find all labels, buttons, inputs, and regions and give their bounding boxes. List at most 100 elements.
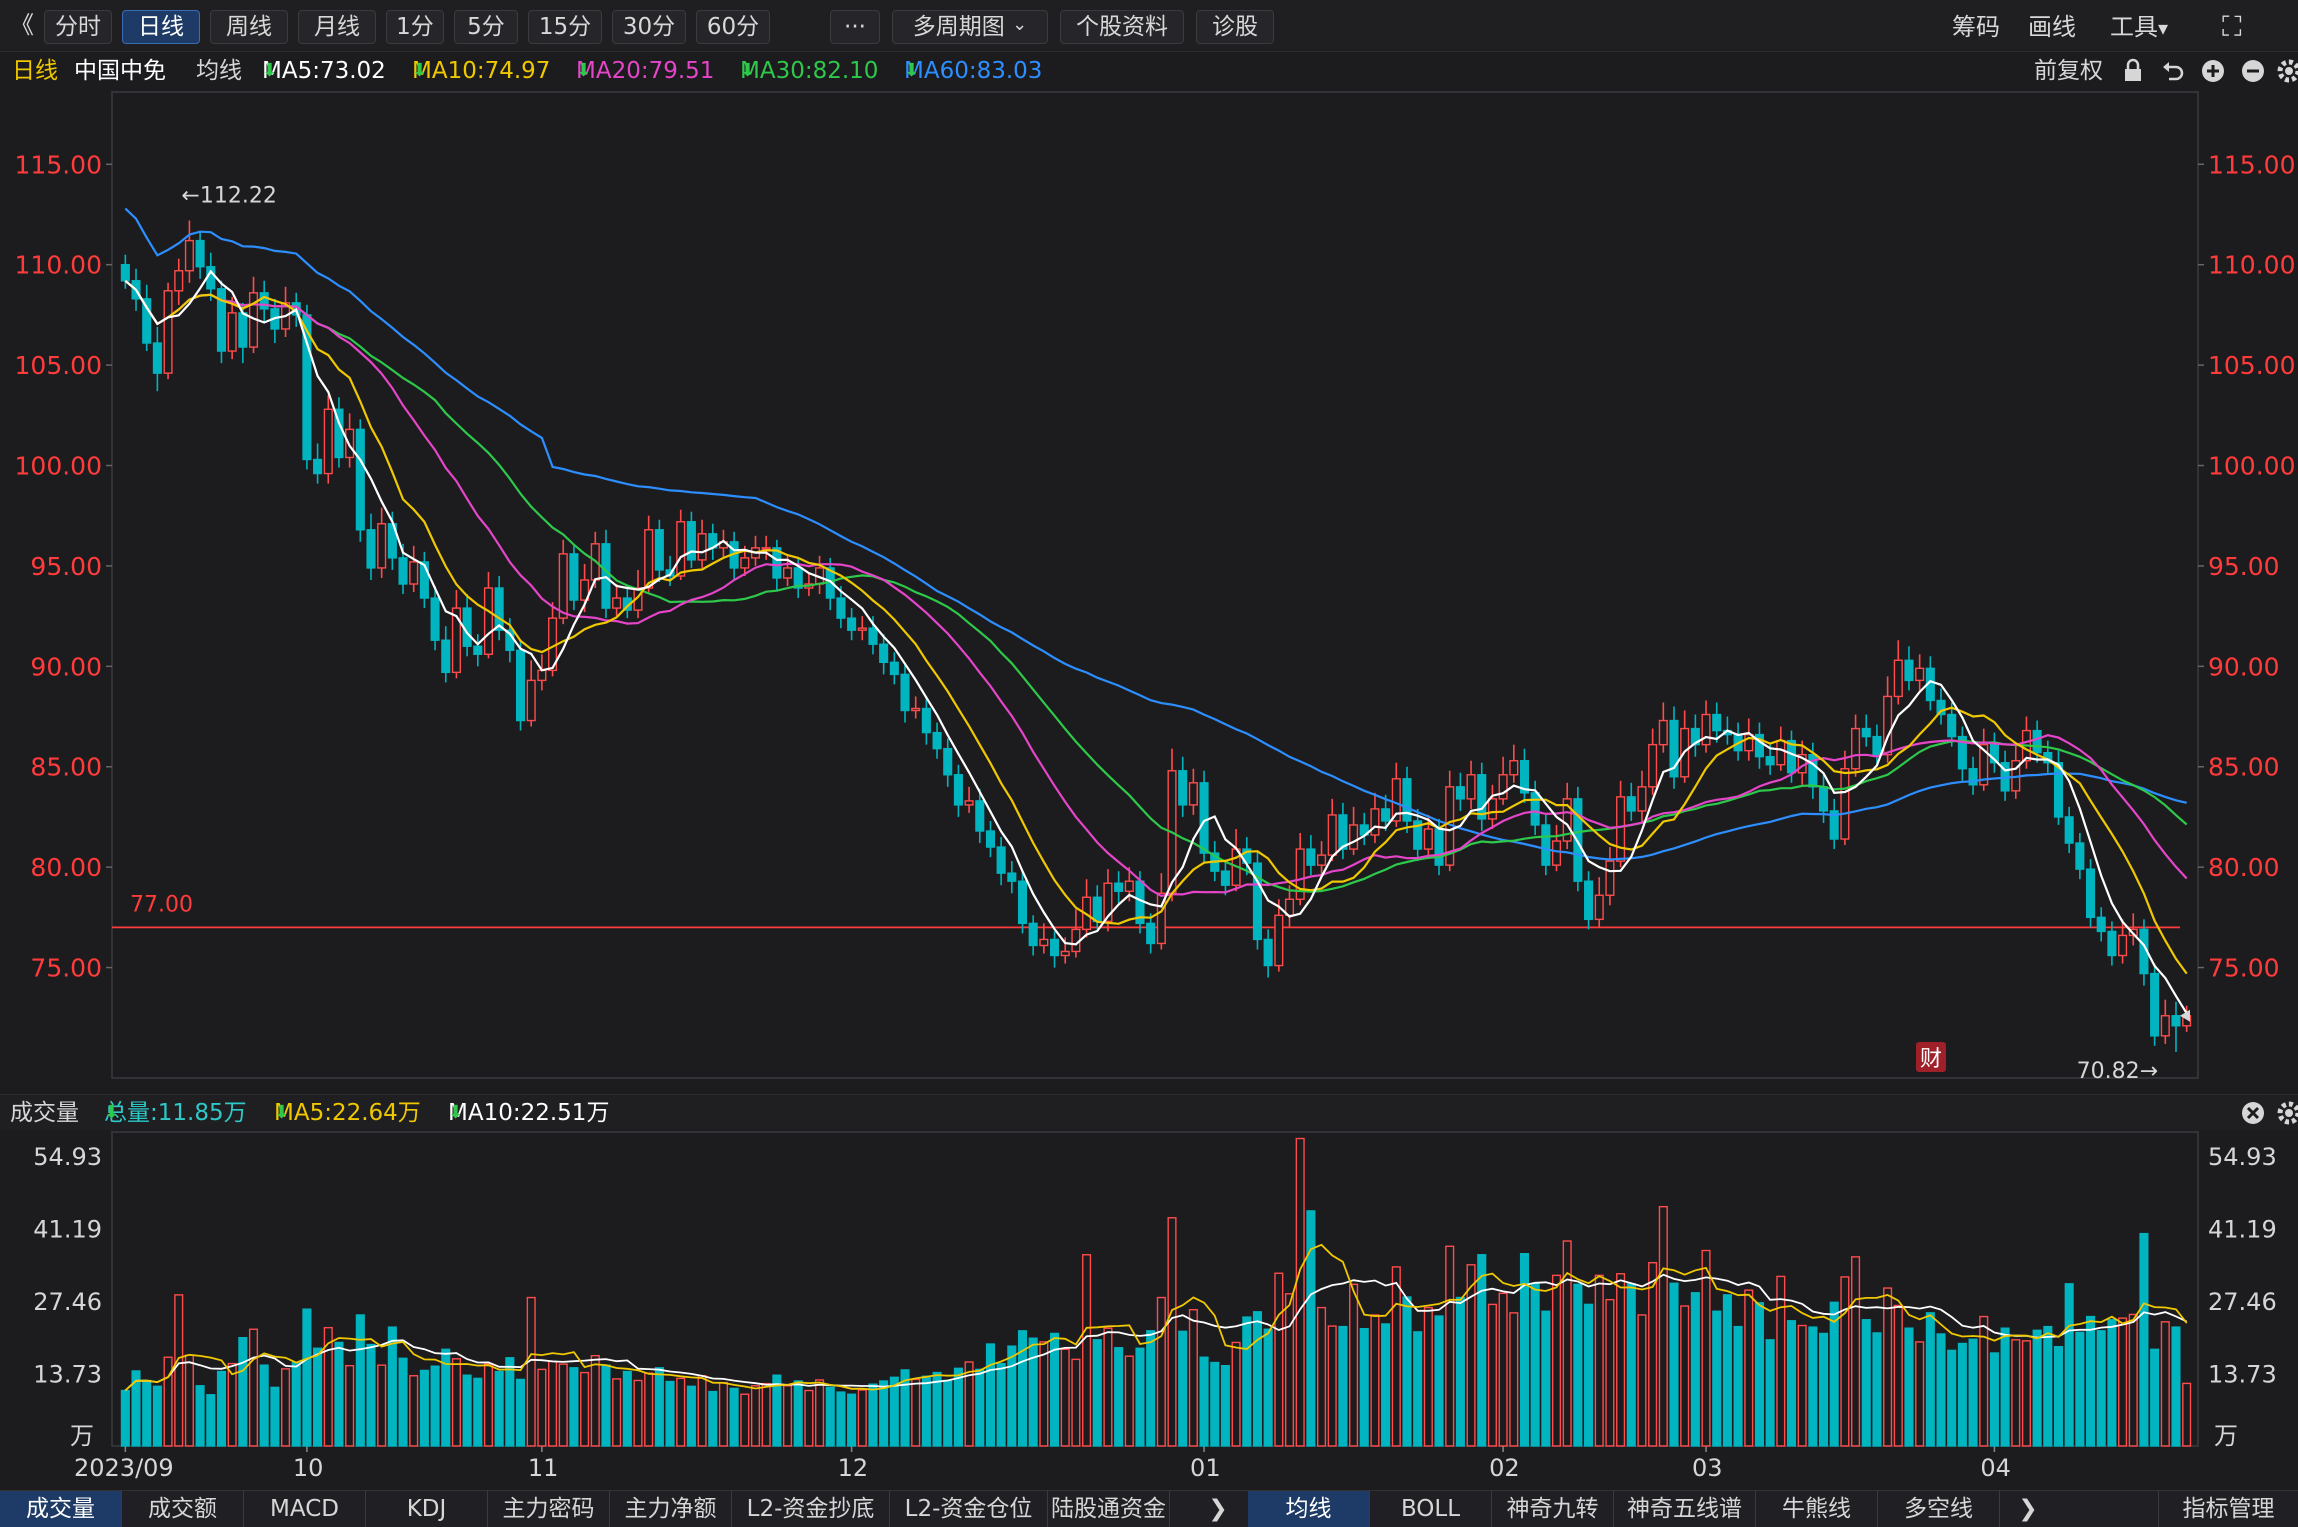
volume-bar [1188, 1308, 1198, 1447]
candle-body [1017, 880, 1028, 925]
indicator-tab[interactable]: L2-资金抄底 [732, 1491, 890, 1527]
overlay-tab[interactable]: BOLL [1370, 1491, 1492, 1527]
candle-body [483, 587, 494, 655]
candle-body [2171, 1015, 2181, 1027]
volume-bar [1551, 1274, 1562, 1447]
date-tick-label: 10 [293, 1454, 324, 1482]
indicator-tab[interactable]: 成交额 [122, 1491, 244, 1527]
volume-tick-label-right: 13.73 [2208, 1360, 2277, 1388]
candle-body [569, 553, 579, 601]
volume-bar [1156, 1296, 1166, 1447]
indicator-tab[interactable]: 主力密码 [488, 1491, 610, 1527]
volume-bar [932, 1371, 942, 1447]
volume-bar [281, 1368, 291, 1447]
candle-body [1616, 796, 1626, 862]
candle-body [975, 800, 985, 832]
overlay-tab[interactable]: 神奇五线谱 [1614, 1491, 1756, 1527]
volume-bar [1146, 1330, 1156, 1447]
volume-bar [1284, 1293, 1295, 1447]
volume-bar [1573, 1283, 1583, 1447]
reference-line-label: 77.00 [130, 892, 193, 917]
finance-marker-label[interactable]: 财 [1920, 1047, 1942, 1072]
volume-bar [1872, 1332, 1882, 1447]
volume-bar [334, 1341, 344, 1447]
volume-bar [569, 1367, 579, 1447]
candle-body [1765, 755, 1775, 766]
volume-bar [1786, 1320, 1797, 1447]
volume-bar [1669, 1282, 1679, 1447]
volume-bar [206, 1394, 216, 1447]
candle-body [1274, 914, 1284, 967]
candle-body [996, 846, 1006, 874]
price-tick-label-left: 110.00 [15, 251, 102, 280]
volume-bar [1060, 1348, 1070, 1447]
candle-body [612, 597, 622, 609]
volume-bar [1637, 1314, 1647, 1447]
volume-bar [911, 1378, 921, 1447]
volume-bar [302, 1308, 312, 1447]
candle-body [761, 547, 771, 551]
indicator-manage-button[interactable]: 指标管理 [2158, 1491, 2298, 1527]
candle-body [1317, 854, 1327, 866]
overlay-tab[interactable]: 牛熊线 [1756, 1491, 1878, 1527]
next-overlay-icon[interactable]: ❯ [2010, 1491, 2046, 1527]
candle-body [644, 529, 654, 589]
candle-body [558, 553, 568, 619]
candle-body [1573, 798, 1583, 882]
candle-body [323, 408, 333, 475]
volume-bar [2053, 1345, 2064, 1447]
volume-bar [473, 1377, 483, 1447]
price-tick-label-right: 110.00 [2208, 251, 2295, 280]
volume-bar [483, 1363, 494, 1447]
indicator-tab[interactable]: 成交量 [0, 1491, 122, 1527]
price-tick-label-left: 80.00 [30, 853, 102, 882]
candle-body [473, 645, 483, 655]
candle-body [2160, 1015, 2170, 1037]
overlay-tab[interactable]: 神奇九转 [1492, 1491, 1614, 1527]
candle-body [879, 643, 889, 664]
close-panel-icon[interactable] [2240, 1095, 2266, 1132]
indicator-tab[interactable]: KDJ [366, 1491, 488, 1527]
high-price-marker: ←112.22 [181, 184, 276, 209]
volume-bar [1039, 1341, 1049, 1447]
candle-body [900, 673, 910, 712]
next-tabs-icon[interactable]: ❯ [1200, 1491, 1236, 1527]
candle-body [1477, 774, 1487, 820]
volume-tick-label-right: 54.93 [2208, 1143, 2277, 1171]
price-tick-label-right: 90.00 [2208, 652, 2280, 681]
volume-bar [1989, 1352, 1999, 1447]
volume-bar [1584, 1303, 1594, 1447]
volume-bar [644, 1372, 654, 1447]
date-tick-label: 02 [1489, 1454, 1520, 1482]
candle-body [836, 597, 846, 619]
volume-bar [1840, 1276, 1850, 1447]
volume-bar [1370, 1314, 1380, 1447]
volume-bar [259, 1364, 269, 1447]
indicator-tab[interactable]: MACD [244, 1491, 366, 1527]
volume-bar [1220, 1364, 1230, 1447]
indicator-tab[interactable]: 主力净额 [610, 1491, 732, 1527]
volume-bar [505, 1357, 515, 1447]
volume-bar [1028, 1337, 1038, 1447]
volume-bar [2085, 1315, 2096, 1447]
volume-settings-gear-icon[interactable] [2276, 1095, 2298, 1132]
volume-bar [654, 1367, 664, 1447]
candle-body [1904, 659, 1914, 682]
candle-body [985, 830, 995, 848]
candle-body [494, 587, 504, 631]
candle-body [1626, 796, 1636, 812]
indicator-tab[interactable]: L2-资金仓位 [890, 1491, 1048, 1527]
volume-bar [1327, 1325, 1337, 1447]
volume-bar [1124, 1355, 1134, 1447]
volume-bar [1135, 1347, 1145, 1447]
volume-bar [782, 1385, 793, 1447]
volume-bar [1455, 1296, 1465, 1447]
candlestick-chart[interactable]: 115.00 115.00 110.00 110.00 105.00 105.00 100.… [0, 0, 2298, 1527]
candle-body [676, 521, 686, 577]
kline-app: 《 分时 日线 周线 月线 1分 5分 15分 30分 60分 ··· 多周期图 ⌄ 个股资料 … [0, 0, 2298, 1527]
volume-bar [152, 1385, 162, 1447]
volume-bar [120, 1389, 130, 1447]
overlay-tab[interactable]: 均线 [1248, 1491, 1370, 1527]
indicator-tab[interactable]: 陆股通资金 [1048, 1491, 1170, 1527]
overlay-tab[interactable]: 多空线 [1878, 1491, 2000, 1527]
